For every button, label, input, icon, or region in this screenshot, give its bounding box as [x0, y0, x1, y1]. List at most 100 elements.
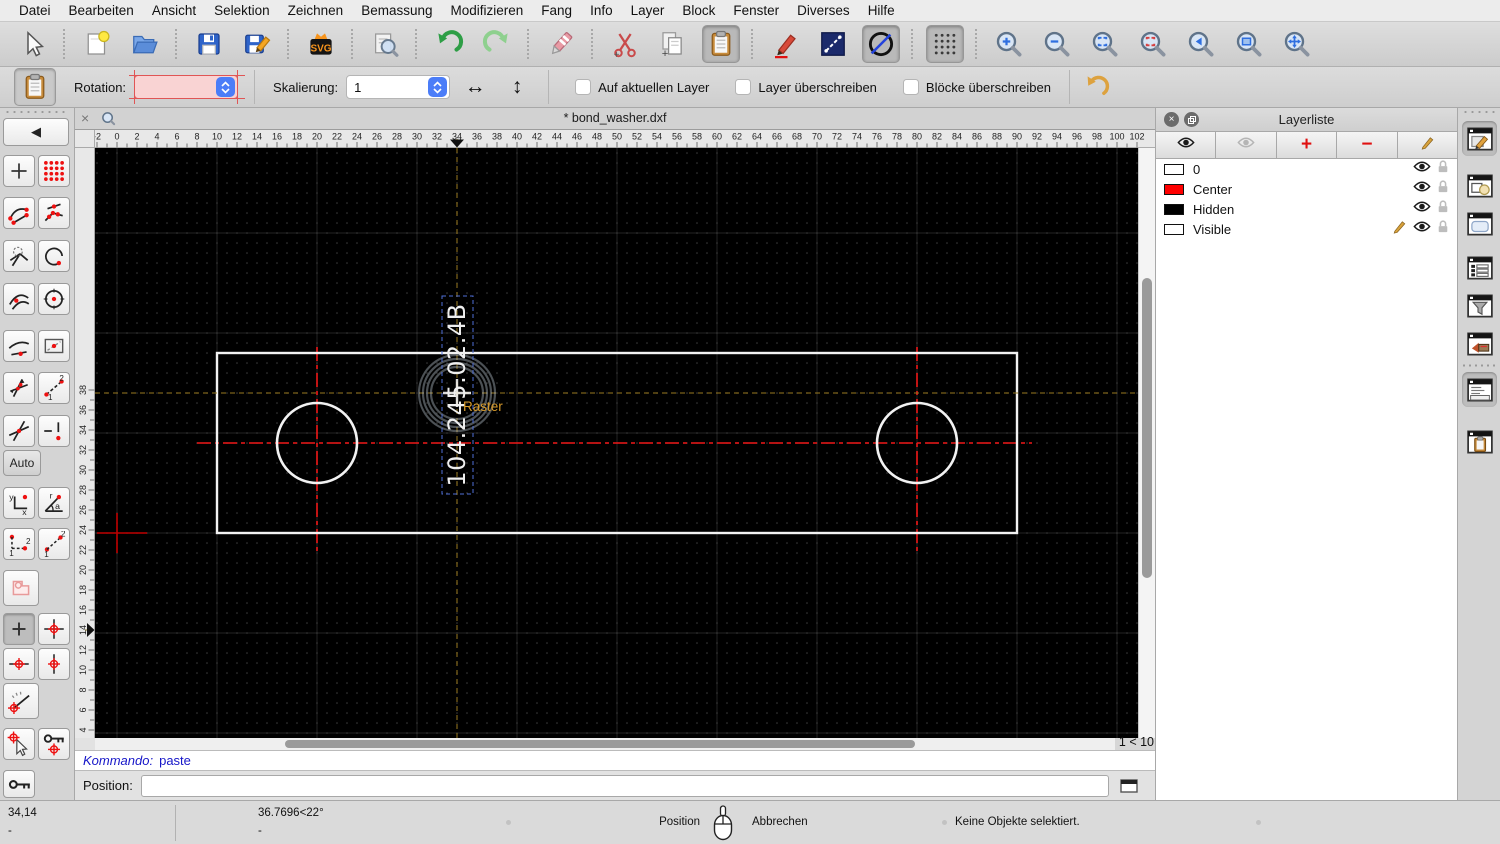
snap-distance-manual-button[interactable]: 12: [38, 372, 70, 404]
draw-pencil-button[interactable]: [766, 25, 804, 63]
print-preview-button[interactable]: [366, 25, 404, 63]
menu-hilfe[interactable]: Hilfe: [859, 3, 904, 18]
redo-button[interactable]: [478, 25, 516, 63]
menu-fenster[interactable]: Fenster: [724, 3, 788, 18]
vertical-scrollbar[interactable]: [1138, 148, 1155, 738]
snap-intersection-button[interactable]: [38, 330, 70, 362]
layer-lock-icon[interactable]: [1437, 179, 1449, 199]
checkbox-bl-cke-berschreiben[interactable]: Blöcke überschreiben: [902, 79, 1051, 95]
flip-vertical-button[interactable]: ↕: [500, 70, 534, 104]
drawing-canvas[interactable]: 104.245.02.4B Raster: [95, 148, 1138, 738]
layer-color-swatch[interactable]: [1164, 163, 1184, 175]
zoom-selection-button[interactable]: [1134, 25, 1172, 63]
command-window-button[interactable]: [1117, 776, 1141, 796]
line-tool-button[interactable]: [814, 25, 852, 63]
layer-row-0[interactable]: 0: [1156, 159, 1457, 179]
layer-row-hidden[interactable]: Hidden: [1156, 199, 1457, 219]
menu-block[interactable]: Block: [673, 3, 724, 18]
copy-button[interactable]: +: [654, 25, 692, 63]
paste-options-button[interactable]: [14, 68, 56, 106]
layer-color-swatch[interactable]: [1164, 183, 1184, 195]
snap-distance-button[interactable]: [3, 330, 35, 362]
cut-button[interactable]: +: [606, 25, 644, 63]
snap-intersection-x-button[interactable]: [3, 415, 35, 447]
layer-visibility-eye-icon[interactable]: [1413, 220, 1431, 238]
layer-visibility-eye-icon[interactable]: [1413, 200, 1431, 218]
toolbar-drag-handle[interactable]: [1462, 110, 1497, 114]
undo-orange-button[interactable]: [1082, 72, 1112, 102]
menu-ansicht[interactable]: Ansicht: [143, 3, 205, 18]
menu-fang[interactable]: Fang: [532, 3, 581, 18]
restrict-orthogonal-auto-button[interactable]: [3, 372, 35, 404]
command-widget-window-button[interactable]: [1462, 372, 1497, 407]
flip-horizontal-button[interactable]: ↔: [458, 70, 492, 104]
menu-info[interactable]: Info: [581, 3, 622, 18]
zoom-in-button[interactable]: [990, 25, 1028, 63]
cad-drawing-svg[interactable]: 104.245.02.4BRaster: [95, 148, 1138, 738]
snap-auto-button[interactable]: Auto: [3, 450, 41, 476]
restrict-horizontal-button[interactable]: [3, 648, 35, 680]
set-relative-zero-button[interactable]: [3, 728, 35, 760]
snap-endpoints-button[interactable]: [3, 197, 35, 229]
block-list-window-button[interactable]: [1462, 168, 1497, 203]
edit-layer-pencil-button[interactable]: [1397, 132, 1458, 159]
toolbar-drag-handle[interactable]: [4, 110, 68, 114]
circle-tool-button[interactable]: [862, 25, 900, 63]
scaling-stepper[interactable]: [428, 77, 448, 97]
menu-zeichnen[interactable]: Zeichnen: [279, 3, 353, 18]
relative-zero-key-button[interactable]: [3, 770, 35, 798]
zoom-pan-button[interactable]: [1278, 25, 1316, 63]
hide-all-layers-eye-button[interactable]: [1216, 132, 1277, 159]
restrict-nothing-button[interactable]: [3, 613, 35, 645]
add-layer-plus-button[interactable]: +: [1276, 132, 1338, 159]
snap-on-circle-button[interactable]: [38, 240, 70, 272]
library-browser-window-button[interactable]: [1462, 206, 1497, 241]
layer-lock-icon[interactable]: [1437, 219, 1449, 239]
rotation-stepper[interactable]: [216, 77, 236, 97]
snap-on-entity-button[interactable]: [38, 197, 70, 229]
snap-intersection-manual-button[interactable]: [38, 415, 70, 447]
open-file-button[interactable]: [126, 25, 164, 63]
menu-diverses[interactable]: Diverses: [788, 3, 859, 18]
show-all-layers-eye-button[interactable]: [1156, 132, 1217, 159]
snap-grid-button[interactable]: [38, 155, 70, 187]
checkbox-auf-aktuellen-layer[interactable]: Auf aktuellen Layer: [575, 79, 709, 95]
remove-layer-minus-button[interactable]: −: [1337, 132, 1398, 159]
relative-cartesian-button[interactable]: 12: [3, 528, 35, 560]
zoom-auto-button[interactable]: [1086, 25, 1124, 63]
snap-free-button[interactable]: [3, 155, 35, 187]
pen-wizard-window-button[interactable]: [1462, 326, 1497, 361]
save-as-button[interactable]: [238, 25, 276, 63]
select-cursor-button[interactable]: [14, 25, 52, 63]
layer-visibility-eye-icon[interactable]: [1413, 180, 1431, 198]
menu-bemassung[interactable]: Bemassung: [352, 3, 441, 18]
menu-modifizieren[interactable]: Modifizieren: [442, 3, 533, 18]
paste-button[interactable]: [702, 25, 740, 63]
pasted-text-entity[interactable]: 104.245.02.4B: [443, 303, 471, 486]
layer-visibility-eye-icon[interactable]: [1413, 160, 1431, 178]
menu-datei[interactable]: Datei: [10, 3, 60, 18]
angle-protractor-button[interactable]: [3, 683, 39, 719]
checkbox-box[interactable]: [902, 79, 919, 95]
vertical-scrollbar-thumb[interactable]: [1142, 278, 1152, 578]
snap-toolbar-collapse-button[interactable]: ◀: [3, 118, 69, 146]
position-input[interactable]: [140, 774, 1109, 797]
layer-lock-icon[interactable]: [1437, 199, 1449, 219]
command-line[interactable]: Kommando: paste: [75, 750, 1155, 771]
layer-list-window-button[interactable]: [1462, 121, 1497, 156]
layer-color-swatch[interactable]: [1164, 203, 1184, 215]
filter-window-button[interactable]: [1462, 288, 1497, 323]
zoom-window-button[interactable]: [1230, 25, 1268, 63]
snap-perpendicular-button[interactable]: [3, 240, 35, 272]
scaling-combobox[interactable]: 1: [346, 75, 451, 99]
menu-layer[interactable]: Layer: [622, 3, 674, 18]
grid-toggle-button[interactable]: [926, 25, 964, 63]
horizontal-scrollbar[interactable]: [95, 738, 1115, 750]
layer-row-visible[interactable]: Visible: [1156, 219, 1457, 239]
entity-list-window-button[interactable]: [1462, 250, 1497, 285]
lock-relative-zero-button[interactable]: [38, 728, 70, 760]
layer-color-swatch[interactable]: [1164, 223, 1184, 235]
svg-export-button[interactable]: SVG: [302, 25, 340, 63]
zoom-out-button[interactable]: [1038, 25, 1076, 63]
save-button[interactable]: [190, 25, 228, 63]
